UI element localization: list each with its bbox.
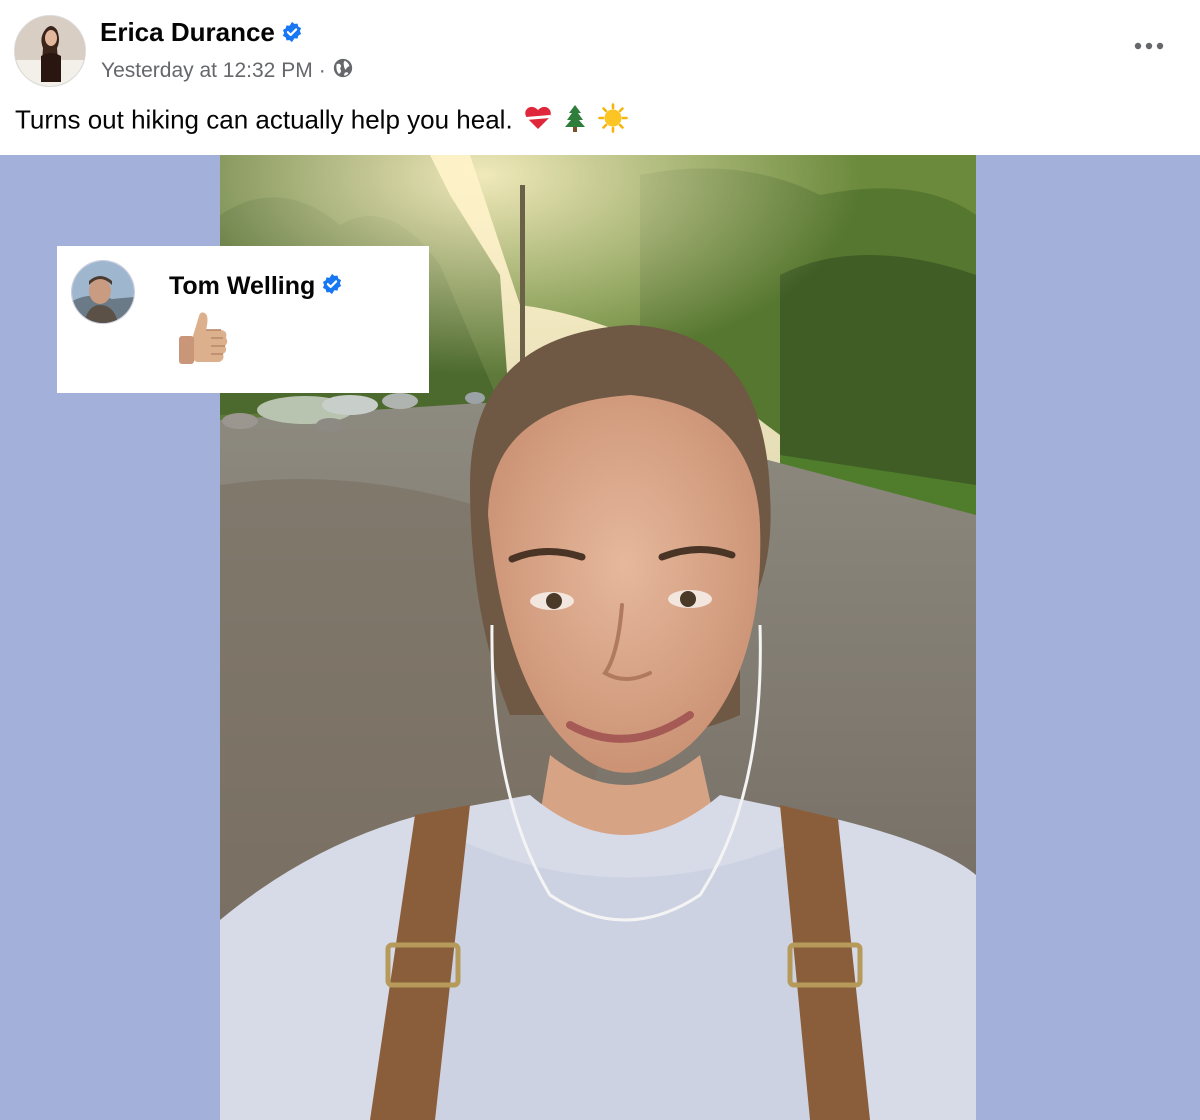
author-avatar[interactable] — [14, 15, 86, 87]
post-meta: Yesterday at 12:32 PM · — [101, 57, 354, 85]
post-timestamp[interactable]: Yesterday at 12:32 PM — [101, 59, 313, 83]
post-header: Erica Durance Yesterday at 12:32 PM · Tu… — [0, 0, 1200, 155]
evergreen-tree-emoji — [563, 104, 587, 139]
commenter-name[interactable]: Tom Welling — [169, 272, 315, 300]
sun-emoji — [598, 103, 629, 140]
mending-heart-emoji — [524, 105, 552, 138]
post-media: Tom Welling — [0, 155, 1200, 1120]
more-options-button[interactable] — [1130, 34, 1170, 58]
commenter-name-row: Tom Welling — [169, 272, 343, 302]
commenter-avatar-image — [72, 261, 134, 323]
caption-text: Turns out hiking can actually help you h… — [15, 104, 513, 135]
author-avatar-image — [15, 16, 85, 86]
post-caption: Turns out hiking can actually help you h… — [15, 103, 629, 140]
thumbs-up-emoji — [175, 310, 229, 377]
meta-separator: · — [318, 59, 326, 82]
verified-badge-icon — [281, 19, 303, 50]
author-name[interactable]: Erica Durance — [100, 17, 275, 47]
commenter-avatar[interactable] — [71, 260, 135, 324]
author-name-row: Erica Durance — [100, 17, 303, 50]
verified-badge-icon — [321, 273, 343, 302]
comment-card: Tom Welling — [57, 246, 429, 393]
more-options-icon — [1134, 42, 1164, 50]
globe-icon[interactable] — [332, 57, 354, 85]
